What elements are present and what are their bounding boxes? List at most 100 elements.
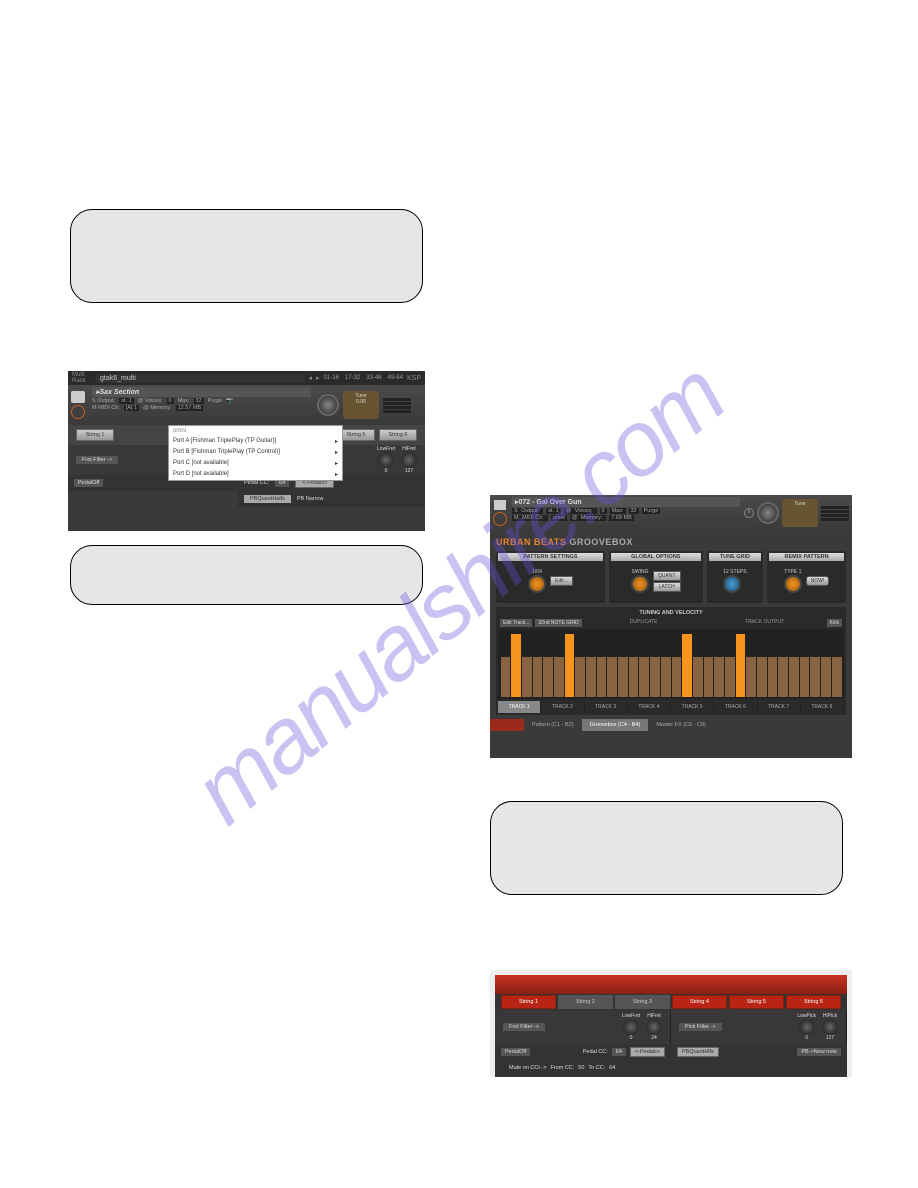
pedals-button[interactable]: <-Pedals> [630, 1047, 665, 1057]
lowfret-knob[interactable]: LowFret0 [622, 1013, 640, 1041]
midi-port-dropdown[interactable]: omni Port A [Fishman TriplePlay (TP Guit… [168, 425, 343, 481]
nav-next-icon[interactable]: ▸ [316, 374, 320, 382]
dropdown-item[interactable]: Port D [not available]▸ [169, 469, 342, 480]
from-cc-value[interactable]: 50 [578, 1065, 584, 1071]
grid-step[interactable] [778, 657, 788, 697]
tune-display[interactable]: Tune0.00 [343, 391, 379, 419]
grid-step[interactable] [511, 634, 521, 697]
pattern-knob[interactable] [528, 575, 546, 593]
grid-step[interactable] [757, 657, 767, 697]
pbquant-dropdown[interactable]: PBQuantHlfs [677, 1047, 719, 1057]
grid-step[interactable] [565, 634, 575, 697]
page-tab[interactable]: Pattern (C1 - B2) [524, 719, 582, 731]
track-output-dropdown[interactable]: Kick [827, 619, 842, 627]
note-grid-dropdown[interactable]: 32nd NOTE GRID [535, 619, 581, 627]
edit-track-dropdown[interactable]: Edit Track... [500, 619, 532, 627]
grid-step[interactable] [575, 657, 585, 697]
hifret-knob[interactable]: HiFret24 [646, 1013, 662, 1041]
quant-button[interactable]: QUANT [653, 571, 681, 581]
grid-step[interactable] [725, 657, 735, 697]
page-tab[interactable]: Master FX (C6 - C8) [648, 719, 714, 731]
pedal-dropdown[interactable]: PedalOff [501, 1048, 530, 1056]
grid-step[interactable] [693, 657, 703, 697]
page-tab[interactable] [490, 719, 524, 731]
tune-display[interactable]: Tune [782, 499, 818, 527]
track-tab[interactable]: TRACK 4 [628, 701, 671, 713]
string-button[interactable]: String 1 [501, 995, 556, 1009]
mute-cc-label[interactable]: Mute on CCt -> [509, 1065, 546, 1071]
volume-knob[interactable] [757, 502, 779, 524]
string-button[interactable]: String 4 [672, 995, 727, 1009]
latch-button[interactable]: LATCH [653, 582, 681, 592]
step-grid[interactable] [498, 629, 844, 699]
grid-step[interactable] [618, 657, 628, 697]
multi-name-field[interactable]: gtak6_multi [96, 374, 305, 383]
range-tab[interactable]: 17-32 [345, 375, 360, 381]
track-tab[interactable]: TRACK 5 [671, 701, 714, 713]
pedal-cc-value[interactable]: 64 [612, 1048, 626, 1056]
grid-step[interactable] [629, 657, 639, 697]
grid-step[interactable] [736, 634, 746, 697]
power-ring-icon[interactable] [71, 405, 85, 419]
grid-step[interactable] [607, 657, 617, 697]
grid-step[interactable] [533, 657, 543, 697]
track-tab[interactable]: TRACK 8 [801, 701, 844, 713]
lowpick-knob[interactable]: LowPick0 [797, 1013, 816, 1041]
dropdown-item[interactable]: Port A [Fishman TriplePlay (TP Guitar)]▸ [169, 436, 342, 447]
grid-step[interactable] [597, 657, 607, 697]
grid-step[interactable] [672, 657, 682, 697]
pbnarrow-dropdown[interactable]: PB Narrow [297, 496, 324, 502]
string-button[interactable]: String 1 [76, 429, 114, 441]
grid-step[interactable] [832, 657, 842, 697]
midi-ch-dropdown[interactable]: omni [551, 515, 567, 521]
grid-step[interactable] [821, 657, 831, 697]
purge-button[interactable]: Purge [642, 508, 661, 514]
string-button[interactable]: String 2 [558, 995, 613, 1009]
range-tab[interactable]: 01-16 [324, 375, 339, 381]
midi-ch-dropdown[interactable]: [A] 1 [124, 405, 139, 411]
grid-step[interactable] [543, 657, 553, 697]
pedal-dropdown[interactable]: PedalOff [74, 479, 103, 487]
range-tab[interactable]: 33-48 [366, 375, 381, 381]
volume-knob[interactable] [317, 394, 339, 416]
grid-step[interactable] [639, 657, 649, 697]
grid-step[interactable] [810, 657, 820, 697]
grid-step[interactable] [501, 657, 511, 697]
type-knob[interactable] [784, 575, 802, 593]
hifret-knob[interactable]: HiFret127 [401, 446, 417, 474]
purge-button[interactable]: Purge [208, 398, 223, 404]
track-tab[interactable]: TRACK 1 [498, 701, 541, 713]
edit-dropdown[interactable]: Edit... [550, 576, 573, 586]
pbmode-dropdown[interactable]: PB->New note [797, 1048, 841, 1056]
string-button[interactable]: String 3 [615, 995, 670, 1009]
grid-step[interactable] [650, 657, 660, 697]
instrument-name[interactable]: ▸ 072 - Gal Over Gun [512, 497, 740, 507]
swing-knob[interactable] [631, 575, 649, 593]
grid-step[interactable] [714, 657, 724, 697]
power-ring-icon[interactable] [493, 512, 507, 526]
track-tab[interactable]: TRACK 3 [585, 701, 628, 713]
grid-step[interactable] [522, 657, 532, 697]
grid-step[interactable] [768, 657, 778, 697]
track-tab[interactable]: TRACK 6 [714, 701, 757, 713]
string-button[interactable]: String 6 [786, 995, 841, 1009]
grid-step[interactable] [661, 657, 671, 697]
grid-step[interactable] [800, 657, 810, 697]
dropdown-item[interactable]: Port B [Fishman TriplePlay (TP Control)]… [169, 447, 342, 458]
grid-step[interactable] [746, 657, 756, 697]
grid-step[interactable] [789, 657, 799, 697]
instrument-name[interactable]: ▸ Sax Section [92, 387, 311, 397]
track-tab[interactable]: TRACK 2 [541, 701, 584, 713]
camera-icon[interactable]: 📷 [226, 398, 233, 404]
grid-step[interactable] [704, 657, 714, 697]
grid-step[interactable] [682, 634, 692, 697]
to-cc-value[interactable]: 64 [609, 1065, 615, 1071]
grid-step[interactable] [586, 657, 596, 697]
now-button[interactable]: NOW! [806, 576, 830, 586]
page-tab-active[interactable]: Groovebox (C4 - B4) [582, 719, 649, 731]
steps-knob[interactable] [723, 575, 741, 593]
track-tab[interactable]: TRACK 7 [758, 701, 801, 713]
ksp-button[interactable]: KSP [407, 375, 421, 382]
range-tab[interactable]: 49-64 [388, 375, 403, 381]
nav-prev-icon[interactable]: ◂ [309, 374, 313, 382]
